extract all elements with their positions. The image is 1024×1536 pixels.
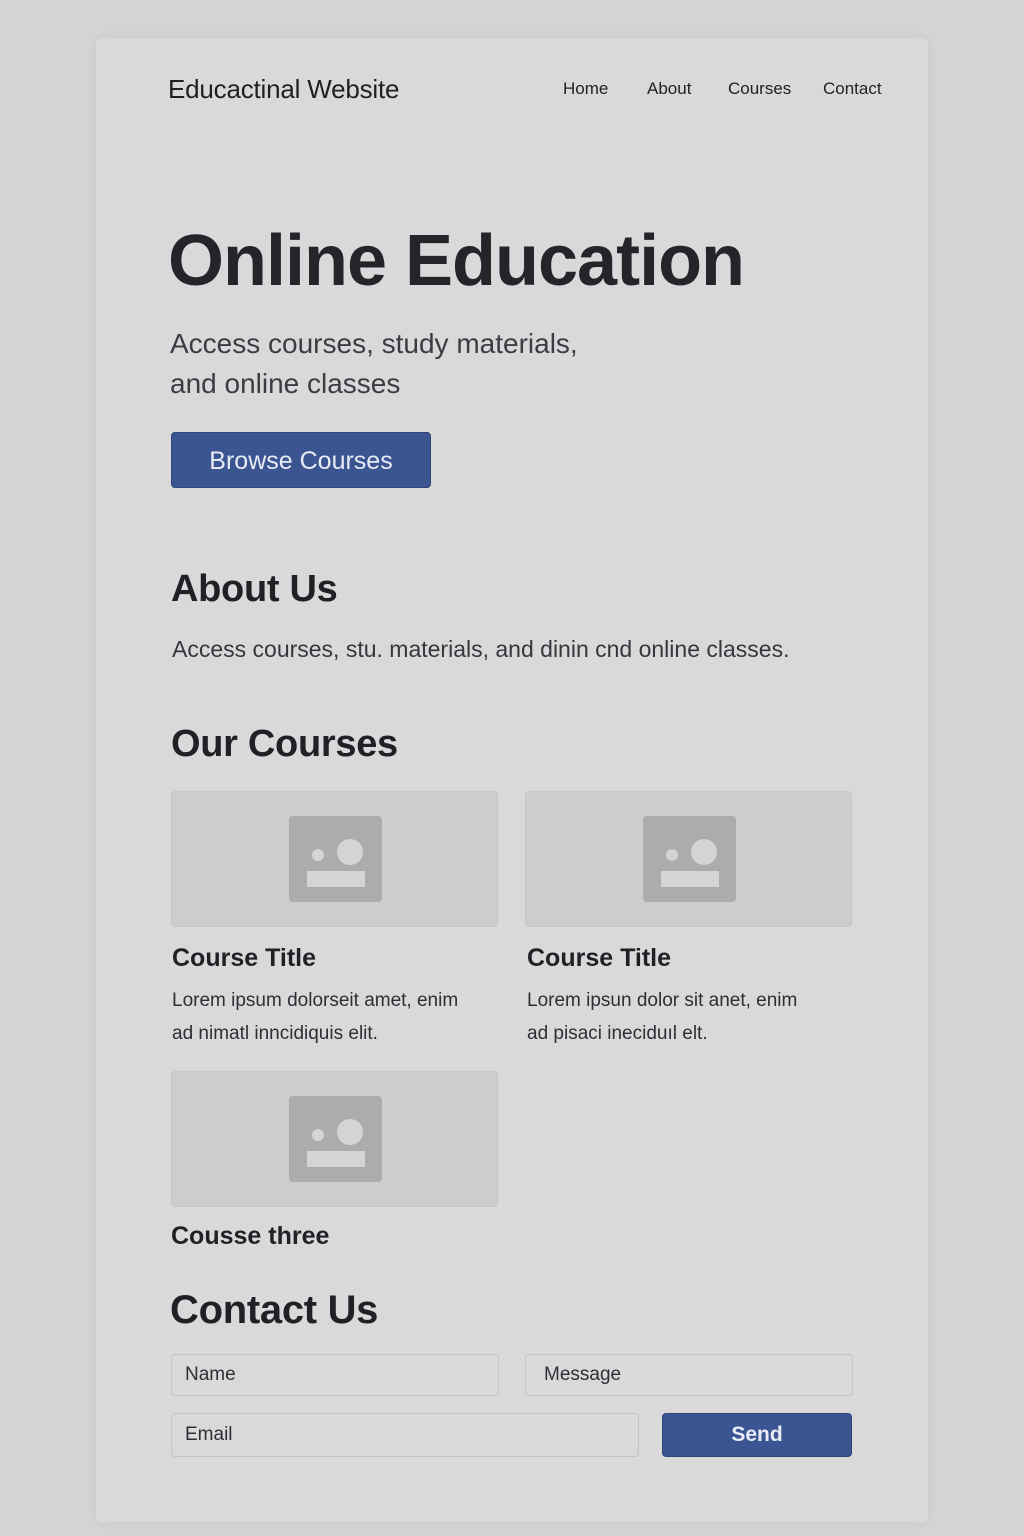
main-nav: Home About Courses Contact xyxy=(0,79,1024,101)
course-description-line: Lorem ipsun dolor sit anet, enim xyxy=(527,990,798,1011)
hero-subtitle: Access courses, study materials, and onl… xyxy=(170,324,690,404)
image-placeholder-icon xyxy=(288,816,382,902)
hero-title: Online Education xyxy=(168,221,745,301)
nav-link-home[interactable]: Home xyxy=(563,79,608,99)
hero-subtitle-line-1: Access courses, study materials, xyxy=(170,328,578,359)
send-button[interactable]: Send xyxy=(662,1413,852,1457)
course-image[interactable] xyxy=(171,1071,498,1207)
hero-subtitle-line-2: and online classes xyxy=(170,368,401,399)
image-placeholder-icon xyxy=(288,1096,382,1182)
name-field[interactable] xyxy=(171,1354,499,1396)
course-description-line: ad nimatl inncidiquis elit. xyxy=(172,1023,378,1044)
nav-link-about[interactable]: About xyxy=(647,79,691,99)
course-image[interactable] xyxy=(171,791,498,927)
course-title[interactable]: Cousse three xyxy=(171,1222,329,1251)
email-field[interactable] xyxy=(171,1413,639,1457)
course-image[interactable] xyxy=(525,791,852,927)
nav-link-contact[interactable]: Contact xyxy=(823,79,882,99)
message-field[interactable] xyxy=(525,1354,853,1396)
course-description-line: Lorem ipsum dolorseit amet, enim xyxy=(172,990,459,1011)
contact-heading: Contact Us xyxy=(170,1288,379,1332)
course-description-line: ad pisaci ineciduıl elt. xyxy=(527,1023,708,1044)
course-description: Lorem ipsum dolorseit amet, enim ad nima… xyxy=(172,984,492,1050)
image-placeholder-icon xyxy=(642,816,736,902)
about-heading: About Us xyxy=(171,568,338,610)
course-title[interactable]: Course Title xyxy=(527,944,671,973)
browse-courses-button[interactable]: Browse Courses xyxy=(171,432,431,488)
course-description: Lorem ipsun dolor sit anet, enim ad pisa… xyxy=(527,984,847,1050)
about-text: Access courses, stu. materials, and dini… xyxy=(172,636,790,662)
course-title[interactable]: Course Title xyxy=(172,944,316,973)
courses-heading: Our Courses xyxy=(171,723,398,765)
nav-link-courses[interactable]: Courses xyxy=(728,79,791,99)
